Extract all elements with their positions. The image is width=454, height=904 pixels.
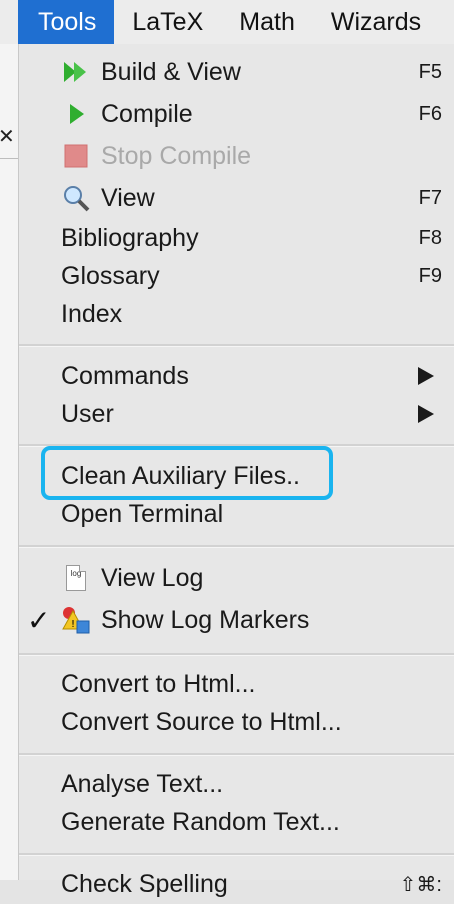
shortcut-label: F8 [418,226,442,249]
menu-separator [19,653,454,656]
menu-item-label: Show Log Markers [101,605,310,634]
menu-separator [19,344,454,347]
menu-item-label: Index [61,299,123,328]
menu-item-label: View Log [101,563,204,592]
menubar-tools[interactable]: Tools [18,0,115,44]
menu-item-label: Convert Source to Html... [61,707,342,736]
menu-item-user[interactable]: User [19,394,454,434]
submenu-arrow-icon [418,367,434,385]
menu-item-label: Build & View [101,57,241,86]
menu-item-generate-random-text[interactable]: Generate Random Text... [19,802,454,842]
menu-item-index[interactable]: Index [19,294,454,334]
menu-item-view-log[interactable]: log View Log [19,558,454,598]
menu-item-show-log-markers[interactable]: ✓ ! Show Log Markers [19,600,454,640]
menu-item-label: Bibliography [61,223,199,252]
menu-item-convert-to-html[interactable]: Convert to Html... [19,664,454,704]
menu-item-build-view[interactable]: Build & View F5 [19,52,454,92]
menu-item-check-spelling[interactable]: Check Spelling ⇧⌘: [19,864,454,904]
tools-dropdown-menu: Build & View F5 Compile F6 Stop Compile … [19,44,454,898]
menu-item-label: Open Terminal [61,499,224,528]
menu-separator [19,853,454,856]
menu-item-label: View [101,183,155,212]
menu-separator [19,545,454,548]
menu-item-label: Analyse Text... [61,769,224,798]
highlight-box [41,446,333,500]
menu-item-convert-source-to-html[interactable]: Convert Source to Html... [19,702,454,742]
menu-item-label: Convert to Html... [61,669,256,698]
menu-item-commands[interactable]: Commands [19,356,454,396]
close-tab-icon[interactable]: ✕ [0,124,15,149]
submenu-arrow-icon [418,405,434,423]
divider [0,158,18,159]
menu-item-analyse-text[interactable]: Analyse Text... [19,764,454,804]
menu-item-label: Stop Compile [101,141,252,170]
double-play-icon [61,57,91,87]
menubar-math[interactable]: Math [221,0,313,44]
svg-text:!: ! [71,619,75,630]
menu-item-label: User [61,399,114,428]
play-icon [61,99,91,129]
menu-item-label: Compile [101,99,193,128]
shortcut-label: ⇧⌘: [399,873,442,896]
log-markers-icon: ! [61,605,91,635]
menu-item-label: Generate Random Text... [61,807,340,836]
shortcut-label: F6 [418,102,442,125]
magnifier-icon [61,183,91,213]
stop-icon [61,141,91,171]
background-window-edge: ✕ [0,44,19,880]
checkmark-icon: ✓ [27,604,51,636]
menu-item-stop-compile: Stop Compile [19,136,454,176]
shortcut-label: F7 [418,186,442,209]
menu-item-compile[interactable]: Compile F6 [19,94,454,134]
shortcut-label: F5 [418,60,442,83]
menu-item-label: Glossary [61,261,160,290]
menu-separator [19,753,454,756]
menu-item-view[interactable]: View F7 [19,178,454,218]
menubar-wizards[interactable]: Wizards [313,0,439,44]
menu-item-label: Commands [61,361,189,390]
menu-item-open-terminal[interactable]: Open Terminal [19,494,454,534]
menu-item-label: Check Spelling [61,869,228,898]
menu-item-glossary[interactable]: Glossary F9 [19,256,454,296]
menu-item-bibliography[interactable]: Bibliography F8 [19,218,454,258]
log-file-icon: log [61,563,91,593]
menu-bar: Tools LaTeX Math Wizards [0,0,454,45]
menubar-latex[interactable]: LaTeX [114,0,221,44]
shortcut-label: F9 [418,264,442,287]
